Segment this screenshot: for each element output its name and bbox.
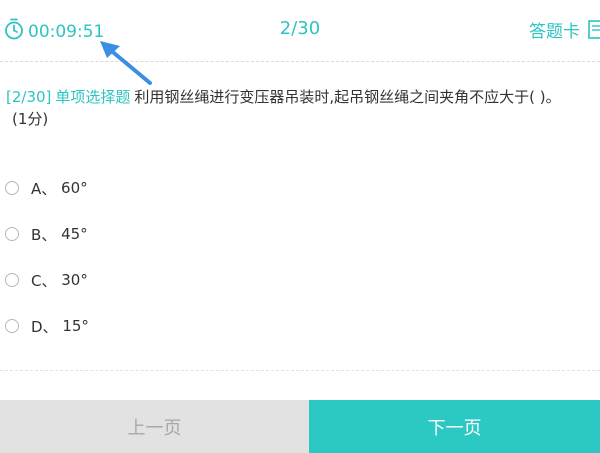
option-a[interactable]: A、 60° (5, 165, 405, 211)
stopwatch-icon (4, 18, 28, 46)
option-letter: C、 (31, 271, 57, 290)
question-block: [2/30] 单项选择题 利用钢丝绳进行变压器吊装时,起吊钢丝绳之间夹角不应大于( … (6, 86, 598, 130)
question-text: 利用钢丝绳进行变压器吊装时,起吊钢丝绳之间夹角不应大于( )。 (134, 88, 561, 106)
option-list: A、 60° B、 45° C、 30° D、 15° (5, 165, 405, 349)
option-letter: D、 (31, 317, 58, 336)
annotation-arrow (96, 38, 156, 92)
option-value: 15° (62, 317, 89, 335)
question-index: [2/30] (6, 88, 52, 106)
option-c[interactable]: C、 30° (5, 257, 405, 303)
answer-card-icon (580, 18, 600, 46)
radio-button[interactable] (5, 181, 19, 195)
option-value: 30° (61, 271, 88, 289)
question-score: (1分) (12, 110, 49, 128)
option-value: 60° (61, 179, 88, 197)
radio-button[interactable] (5, 227, 19, 241)
radio-button[interactable] (5, 319, 19, 333)
radio-button[interactable] (5, 273, 19, 287)
option-b[interactable]: B、 45° (5, 211, 405, 257)
previous-page-button[interactable]: 上一页 (0, 400, 309, 453)
content-divider (0, 370, 600, 371)
option-d[interactable]: D、 15° (5, 303, 405, 349)
option-letter: B、 (31, 225, 57, 244)
next-page-button[interactable]: 下一页 (309, 400, 600, 453)
countdown-timer: 00:09:51 (4, 18, 104, 46)
pagination-footer: 上一页 下一页 (0, 400, 600, 453)
question-type: 单项选择题 (55, 88, 131, 106)
option-value: 45° (61, 225, 88, 243)
answer-card-label: 答题卡 (529, 22, 580, 42)
answer-card-button[interactable]: 答题卡 (529, 18, 600, 46)
timer-value: 00:09:51 (28, 22, 105, 42)
exam-header: 00:09:51 2/30 答题卡 (0, 0, 600, 62)
exam-page: 00:09:51 2/30 答题卡 [2/30] 单项选择题 利用钢丝绳进行变压器吊… (0, 0, 600, 453)
option-letter: A、 (31, 179, 57, 198)
